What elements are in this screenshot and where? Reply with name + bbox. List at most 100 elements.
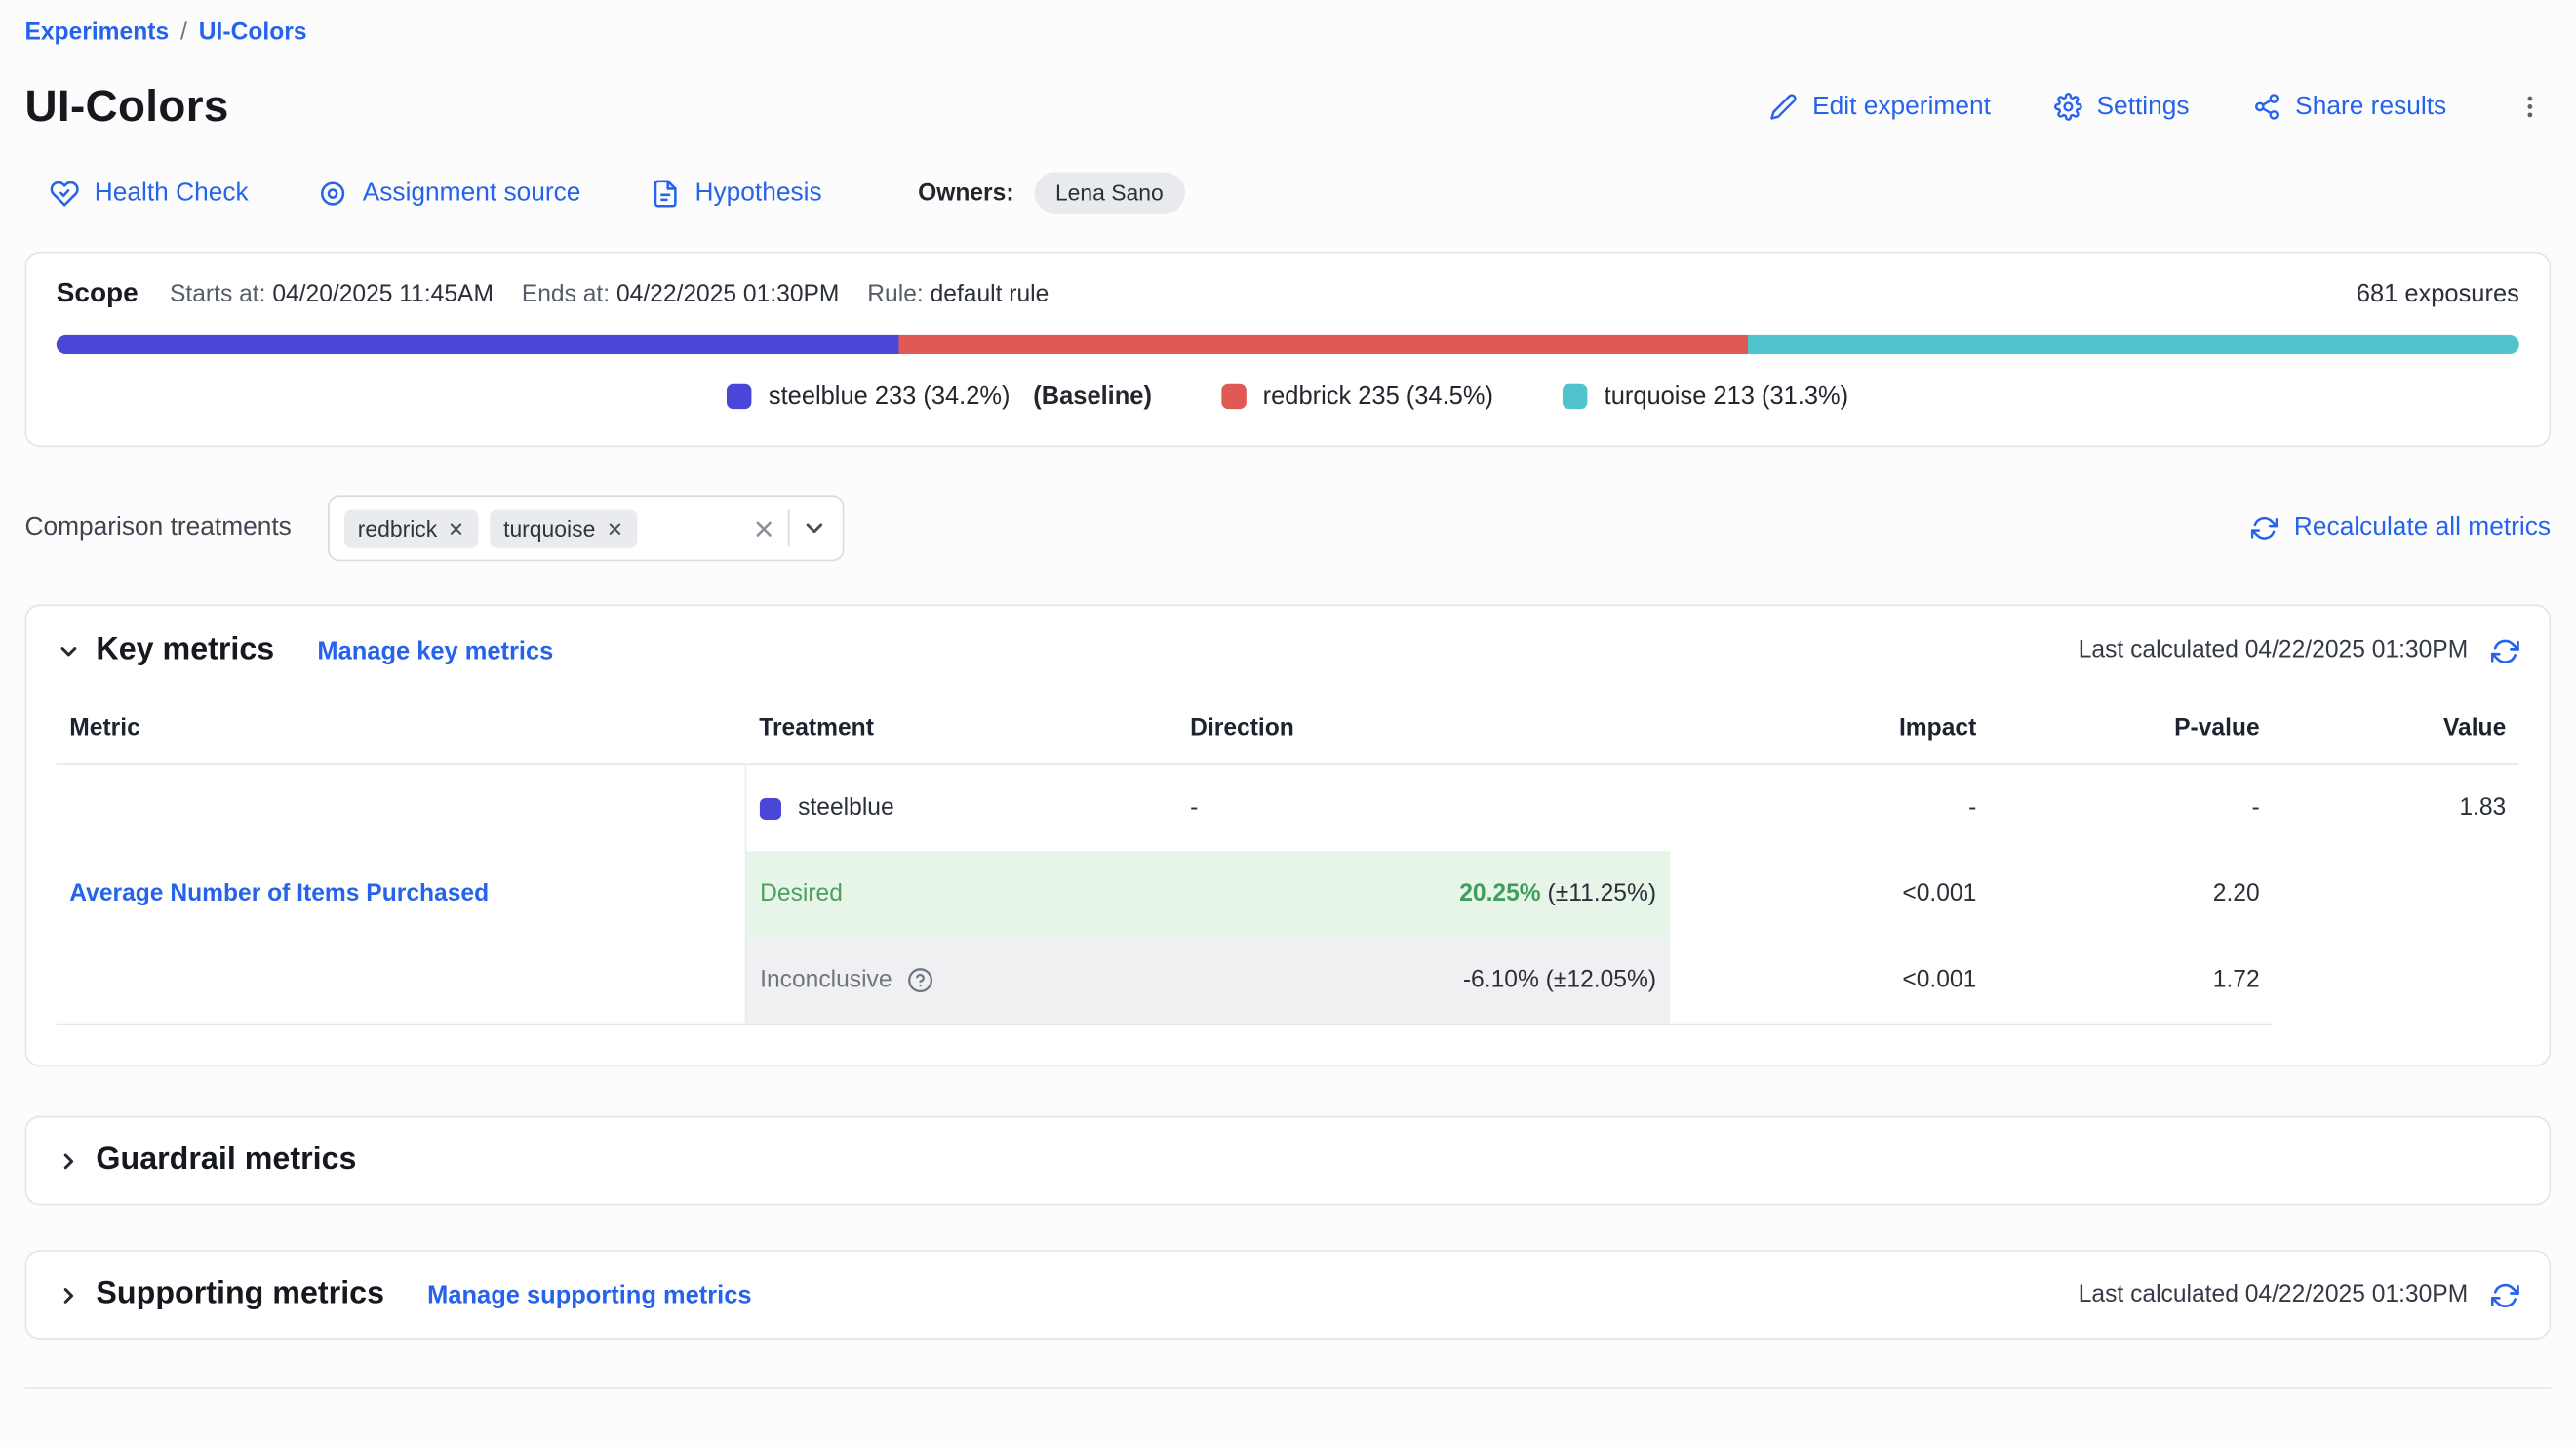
supporting-metrics-title: Supporting metrics (96, 1276, 384, 1312)
gear-icon (2053, 93, 2081, 121)
page-header: UI-Colors Edit experiment Settings (24, 81, 2551, 133)
scope-starts: Starts at: 04/20/2025 11:45AM (170, 281, 494, 307)
steelblue-swatch (727, 384, 751, 409)
chevron-down-icon (57, 638, 81, 663)
recalculate-all-metrics-button[interactable]: Recalculate all metrics (2251, 513, 2551, 543)
breadcrumb-separator: / (180, 20, 187, 46)
expand-supporting-metrics-button[interactable] (57, 1282, 81, 1306)
comparison-row: Comparison treatments redbrick turquoise (24, 495, 2551, 561)
direction-cell: - (1177, 764, 1670, 851)
legend-item-steelblue: steelblue 233 (34.2%) (Baseline) (727, 382, 1152, 411)
remove-chip-icon[interactable] (606, 519, 624, 538)
key-metrics-title: Key metrics (96, 632, 274, 668)
owners-label: Owners: (918, 180, 1013, 206)
expand-guardrail-metrics-button[interactable] (57, 1148, 81, 1173)
treatment-chip-redbrick[interactable]: redbrick (344, 509, 478, 547)
pvalue-cell: - (1990, 764, 2273, 851)
scope-ends: Ends at: 04/22/2025 01:30PM (522, 281, 840, 307)
steelblue-swatch (760, 797, 781, 819)
direction-cell: Desired (746, 851, 1177, 937)
breadcrumb-experiments-link[interactable]: Experiments (24, 20, 169, 46)
collapse-key-metrics-button[interactable] (57, 638, 81, 663)
scope-title: Scope (57, 278, 139, 309)
share-icon (2252, 93, 2280, 121)
clear-all-icon[interactable] (752, 516, 776, 541)
distribution-segment-redbrick (898, 335, 1748, 354)
settings-label: Settings (2097, 92, 2190, 122)
page-title: UI-Colors (24, 81, 228, 133)
chevron-right-icon (57, 1282, 81, 1306)
settings-button[interactable]: Settings (2053, 92, 2189, 122)
subnav: Health Check Assignment source Hypothesi… (24, 172, 2551, 213)
recalculate-label: Recalculate all metrics (2294, 513, 2551, 543)
assignment-source-link[interactable]: Assignment source (318, 178, 581, 208)
breadcrumb-current-link[interactable]: UI-Colors (199, 20, 307, 46)
impact-cell: 20.25% (±11.25%) (1177, 851, 1670, 937)
turquoise-swatch (1563, 384, 1587, 409)
treatment-cell: steelblue (746, 764, 1177, 851)
kebab-icon (2516, 93, 2544, 121)
heart-check-icon (50, 178, 80, 208)
question-circle-icon[interactable] (907, 967, 933, 993)
health-check-link[interactable]: Health Check (50, 178, 249, 208)
owners: Owners: Lena Sano (918, 172, 1185, 213)
treatment-distribution-bar (57, 335, 2519, 354)
remove-chip-icon[interactable] (447, 519, 465, 538)
health-check-label: Health Check (95, 178, 249, 208)
supporting-metrics-card: Supporting metrics Manage supporting met… (24, 1250, 2551, 1340)
impact-cell: -6.10% (±12.05%) (1177, 938, 1670, 1025)
hypothesis-label: Hypothesis (695, 178, 822, 208)
scope-head: Scope Starts at: 04/20/2025 11:45AM Ends… (57, 278, 2519, 309)
header-actions: Edit experiment Settings Share results (1769, 90, 2551, 125)
refresh-icon (2491, 1281, 2519, 1309)
chevron-down-icon[interactable] (802, 515, 828, 542)
scope-card: Scope Starts at: 04/20/2025 11:45AM Ends… (24, 252, 2551, 447)
comparison-treatments-label: Comparison treatments (24, 513, 291, 543)
comparison-treatments-select[interactable]: redbrick turquoise (328, 495, 844, 561)
legend-item-redbrick: redbrick 235 (34.5%) (1221, 382, 1493, 411)
guardrail-metrics-card: Guardrail metrics (24, 1116, 2551, 1206)
legend-item-turquoise: turquoise 213 (31.3%) (1563, 382, 1848, 411)
edit-experiment-button[interactable]: Edit experiment (1769, 92, 1991, 122)
key-metrics-card: Key metrics Manage key metrics Last calc… (24, 604, 2551, 1065)
column-value: Value (2273, 694, 2519, 764)
distribution-segment-turquoise (1748, 335, 2518, 354)
column-impact: Impact (1670, 694, 1990, 764)
exposures-count: 681 exposures (2357, 280, 2519, 308)
pvalue-cell: <0.001 (1670, 851, 1990, 937)
distribution-segment-steelblue (57, 335, 899, 354)
more-menu-button[interactable] (2510, 90, 2551, 125)
scope-rule: Rule: default rule (867, 281, 1049, 307)
share-results-label: Share results (2295, 92, 2446, 122)
key-metrics-header: Key metrics Manage key metrics Last calc… (57, 632, 2519, 668)
hypothesis-link[interactable]: Hypothesis (651, 178, 822, 208)
manage-supporting-metrics-link[interactable]: Manage supporting metrics (427, 1281, 751, 1309)
table-header-row: Metric Treatment Direction Impact P-valu… (57, 694, 2519, 764)
key-metrics-table: Metric Treatment Direction Impact P-valu… (57, 694, 2519, 1025)
column-treatment: Treatment (746, 694, 1177, 764)
manage-key-metrics-link[interactable]: Manage key metrics (317, 636, 553, 664)
section-divider (24, 1387, 2551, 1389)
treatment-chip-turquoise[interactable]: turquoise (490, 509, 636, 547)
metric-name-cell: Average Number of Items Purchased (57, 764, 746, 1024)
value-cell: 2.20 (1990, 851, 2273, 937)
pvalue-cell: <0.001 (1670, 938, 1990, 1025)
refresh-icon (2251, 515, 2278, 542)
select-divider (788, 510, 790, 546)
metric-name-link[interactable]: Average Number of Items Purchased (69, 881, 489, 907)
value-cell: 1.83 (2273, 764, 2519, 851)
column-pvalue: P-value (1990, 694, 2273, 764)
value-cell: 1.72 (1990, 938, 2273, 1025)
key-metrics-last-calculated: Last calculated 04/22/2025 01:30PM (2079, 637, 2468, 663)
table-row: Average Number of Items Purchased steelb… (57, 764, 2519, 851)
refresh-key-metrics-button[interactable] (2491, 636, 2519, 664)
refresh-supporting-metrics-button[interactable] (2491, 1281, 2519, 1309)
owner-badge: Lena Sano (1034, 172, 1185, 213)
column-metric: Metric (57, 694, 746, 764)
target-icon (318, 178, 348, 208)
assignment-source-label: Assignment source (363, 178, 581, 208)
share-results-button[interactable]: Share results (2252, 92, 2446, 122)
experiment-results-page: Experiments / UI-Colors UI-Colors Edit e… (0, 0, 2576, 1447)
chevron-right-icon (57, 1148, 81, 1173)
direction-cell: Inconclusive (746, 938, 1177, 1025)
